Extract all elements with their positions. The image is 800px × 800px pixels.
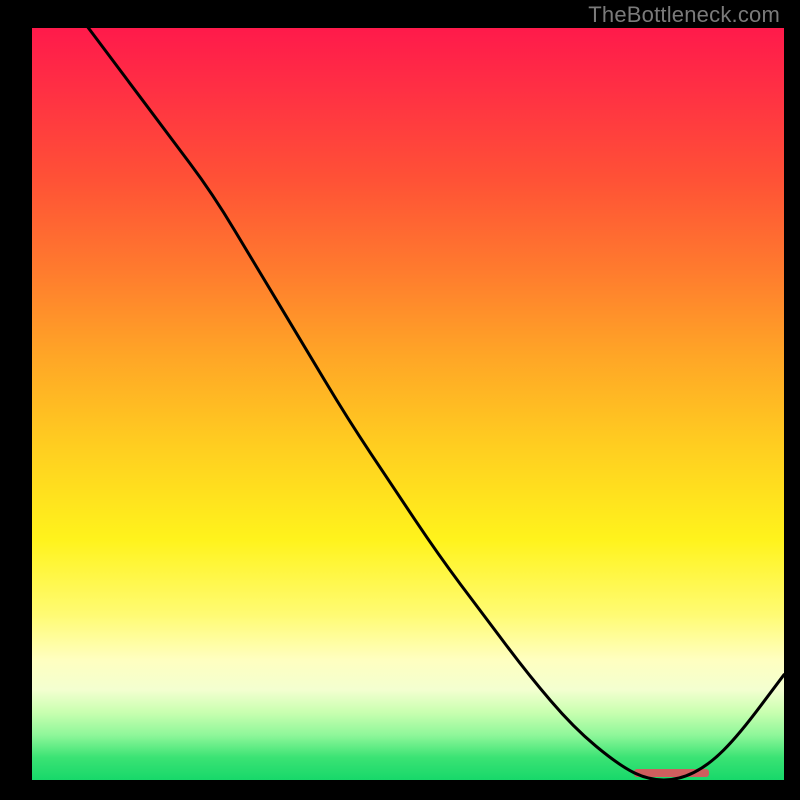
chart-frame: TheBottleneck.com [0, 0, 800, 800]
plot-area [32, 28, 784, 780]
watermark-label: TheBottleneck.com [588, 2, 780, 28]
bottleneck-curve [32, 28, 784, 780]
